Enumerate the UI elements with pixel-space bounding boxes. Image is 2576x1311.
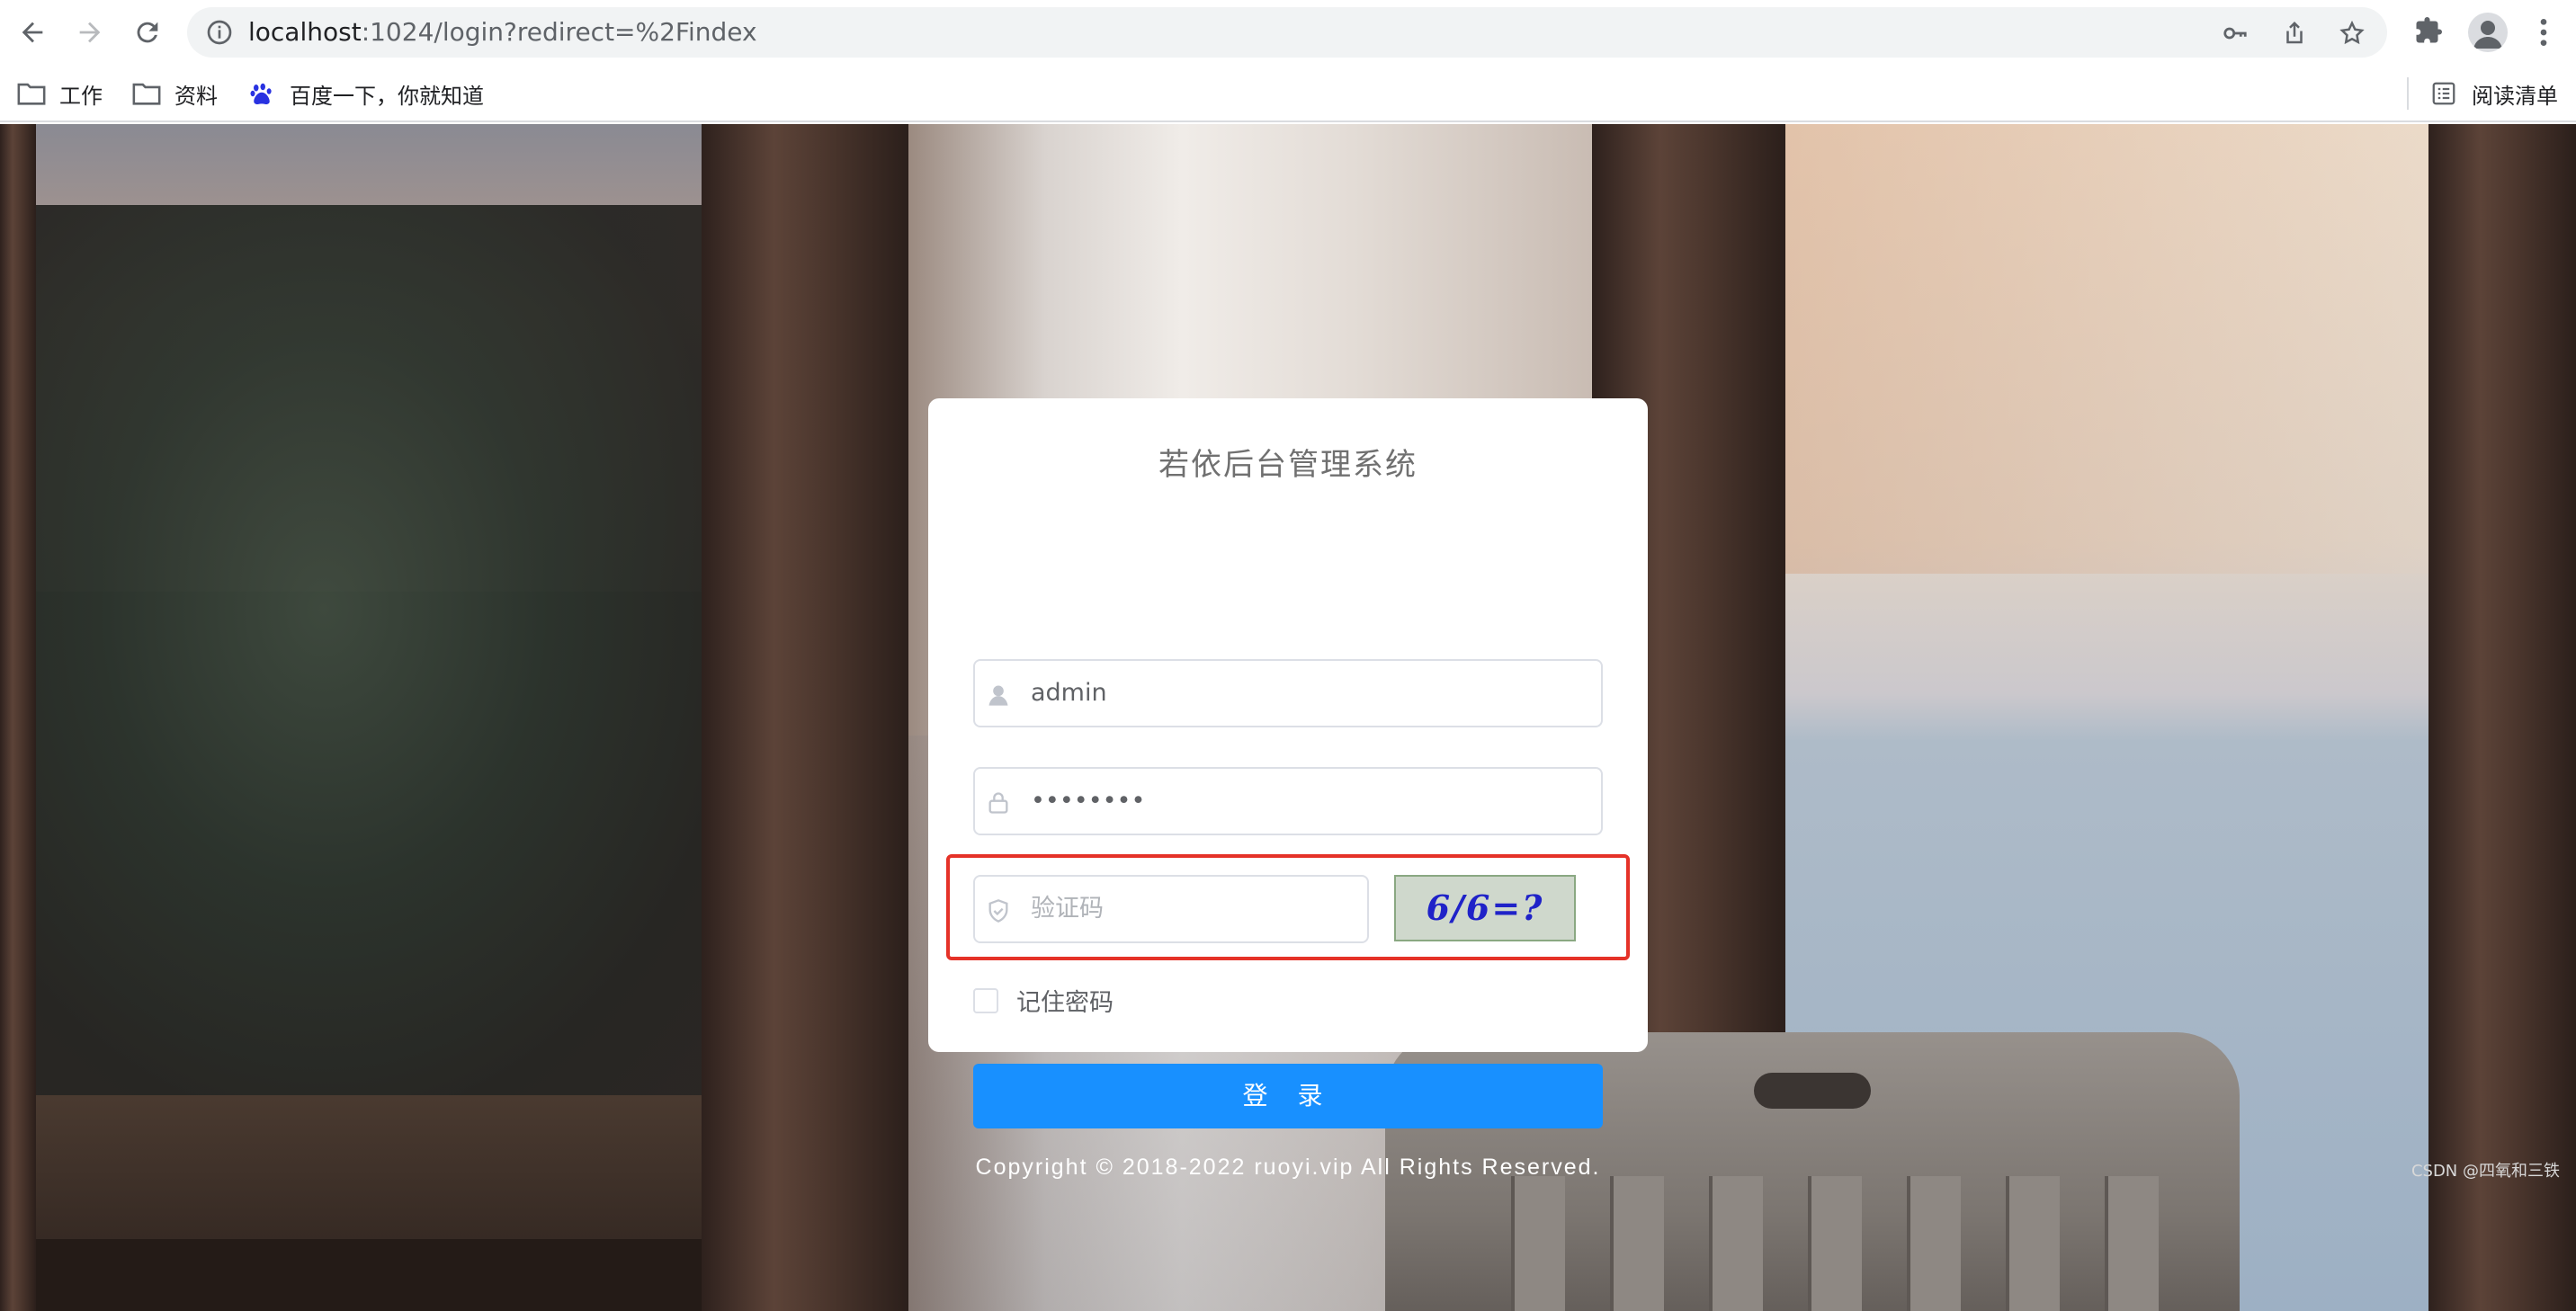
password-value: •••••••• xyxy=(1031,787,1146,815)
bookmarks-divider xyxy=(2407,77,2409,110)
lock-icon xyxy=(988,792,1008,814)
remember-password[interactable]: 记住密码 xyxy=(973,983,1114,1018)
bookmark-work[interactable]: 工作 xyxy=(16,65,103,122)
background-post xyxy=(2428,124,2576,1311)
remember-label: 记住密码 xyxy=(1016,989,1114,1017)
bookmark-label: 百度一下，你就知道 xyxy=(290,83,484,109)
background-ground xyxy=(0,1239,720,1311)
login-button[interactable]: 登 录 xyxy=(973,1064,1603,1128)
star-icon[interactable] xyxy=(2339,20,2366,47)
bookmarks-bar: 工作 资料 百度一下，你就知道 阅读清单 xyxy=(0,65,2576,122)
browser-toolbar: localhost:1024/login?redirect=%2Findex xyxy=(0,0,2576,65)
url-text: localhost:1024/login?redirect=%2Findex xyxy=(248,7,757,58)
background-wall-glow xyxy=(1785,124,2451,574)
captcha-highlight-box xyxy=(946,854,1630,960)
bookmark-materials[interactable]: 资料 xyxy=(131,65,218,122)
address-bar[interactable]: localhost:1024/login?redirect=%2Findex xyxy=(187,7,2387,58)
reading-list-icon xyxy=(2432,82,2455,105)
background-chair-slat xyxy=(1511,1176,1565,1311)
baidu-paw-icon xyxy=(250,83,272,105)
background-chair-handle xyxy=(1754,1073,1871,1109)
background-chair-slat xyxy=(1709,1176,1763,1311)
background-chair-slat xyxy=(1808,1176,1862,1311)
login-card: 若依后台管理系统 admin •••••••• 验证码 6/6=? 记住密码 登… xyxy=(928,398,1648,1128)
background-chair-slat xyxy=(2105,1176,2159,1311)
user-icon xyxy=(988,685,1008,706)
url-host: localhost xyxy=(248,17,362,47)
puzzle-icon[interactable] xyxy=(2412,14,2445,47)
key-icon[interactable] xyxy=(2222,20,2249,47)
username-value: admin xyxy=(1031,679,1107,707)
arrow-right-icon xyxy=(79,22,101,43)
arrow-left-icon xyxy=(22,22,43,43)
info-icon[interactable] xyxy=(205,18,234,47)
login-title: 若依后台管理系统 xyxy=(1158,447,1418,483)
remember-checkbox[interactable] xyxy=(973,987,998,1013)
background-chair-slat xyxy=(1610,1176,1664,1311)
avatar-icon xyxy=(2473,21,2502,49)
bookmark-baidu[interactable]: 百度一下，你就知道 xyxy=(246,65,484,122)
reading-list-label: 阅读清单 xyxy=(2472,83,2558,109)
background-trees xyxy=(0,205,720,1104)
login-page: 若依后台管理系统 admin •••••••• 验证码 6/6=? 记住密码 登… xyxy=(0,124,2576,1311)
reload-icon xyxy=(137,22,158,43)
share-icon[interactable] xyxy=(2281,20,2308,47)
copyright-footer: Copyright © 2018-2022 ruoyi.vip All Righ… xyxy=(975,1155,1601,1180)
reading-list-button[interactable]: 阅读清单 xyxy=(2428,65,2558,122)
profile-button[interactable] xyxy=(2468,13,2508,52)
back-button[interactable] xyxy=(13,13,52,52)
password-input[interactable]: •••••••• xyxy=(973,767,1603,835)
background-chair-slat xyxy=(1907,1176,1961,1311)
username-input[interactable]: admin xyxy=(973,659,1603,727)
bookmark-label: 资料 xyxy=(174,83,218,109)
background-post xyxy=(702,124,908,1311)
kebab-icon[interactable] xyxy=(2526,13,2562,52)
folder-icon xyxy=(17,83,46,105)
folder-icon xyxy=(132,83,161,105)
forward-button[interactable] xyxy=(70,13,110,52)
background-post xyxy=(0,124,36,1311)
background-chair-slat xyxy=(2006,1176,2060,1311)
url-path: :1024/login?redirect=%2Findex xyxy=(361,17,757,47)
reload-button[interactable] xyxy=(128,13,167,52)
csdn-watermark: CSDN @四氧和三铁 xyxy=(2411,1162,2560,1181)
bookmark-label: 工作 xyxy=(59,83,103,109)
